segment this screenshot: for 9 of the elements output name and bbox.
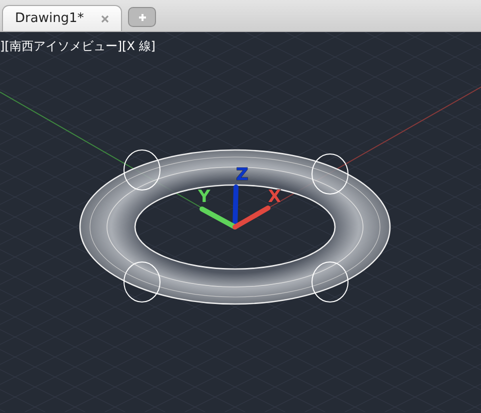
plus-icon: [138, 12, 146, 22]
axis-label: Y: [198, 187, 210, 207]
close-icon[interactable]: [101, 14, 109, 22]
document-tab[interactable]: Drawing1*: [2, 5, 122, 31]
new-tab-button[interactable]: [128, 7, 156, 27]
drawing-viewport[interactable]: ][南西アイソメビュー][X 線] Z Y X: [0, 32, 481, 413]
axis-label: X: [268, 187, 282, 207]
view-label[interactable]: ][南西アイソメビュー][X 線]: [0, 38, 156, 55]
axis-label: Z: [236, 165, 248, 185]
